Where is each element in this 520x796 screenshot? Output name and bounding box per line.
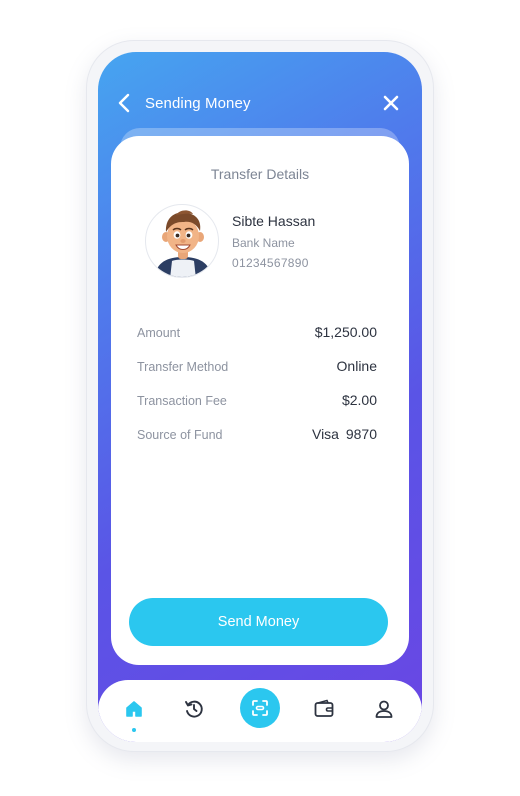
detail-row-transfer-method: Transfer Method Online [137,358,377,378]
detail-label: Source of Fund [137,428,223,442]
detail-label: Transaction Fee [137,394,227,408]
detail-label: Transfer Method [137,360,229,374]
detail-value: $2.00 [341,392,377,408]
card-title: Transfer Details [210,166,310,182]
recipient-name: Sibte Hassan [232,213,316,229]
scan-icon [252,700,268,716]
detail-row-transaction-fee: Transaction Fee $2.00 [137,392,377,412]
detail-value: Visa 9870 [311,426,377,442]
nav-history[interactable] [179,694,209,724]
send-money-button[interactable]: Send Money [129,598,388,646]
back-button[interactable] [112,90,136,116]
chevron-left-icon [118,93,130,113]
nav-profile[interactable] [369,694,399,724]
bottom-nav [98,680,422,742]
avatar [145,204,219,278]
detail-row-source-of-fund: Source of Fund Visa 9870 [137,426,377,446]
close-button[interactable] [380,92,402,114]
recipient-account-number: 01234567890 [232,256,309,270]
nav-wallet[interactable] [309,694,339,724]
transfer-details-card: Transfer Details Sibte Hassan Bank Name … [111,136,409,665]
detail-row-amount: Amount $1,250.00 [137,324,377,344]
user-icon [375,700,393,718]
history-icon [185,700,203,718]
nav-scan[interactable] [240,688,280,728]
active-indicator [132,728,136,732]
nav-home[interactable] [119,694,149,724]
header: Sending Money [98,52,422,136]
detail-label: Amount [137,326,181,340]
recipient-bank: Bank Name [232,236,295,250]
home-icon [126,701,142,717]
detail-value: $1,250.00 [314,324,377,340]
close-icon [383,95,399,111]
page-title: Sending Money [145,95,251,112]
avatar-illustration [154,210,212,277]
wallet-icon [314,699,334,717]
detail-value: Online [336,358,377,374]
app-screen: Sending Money Transfer Details Sibte Has… [98,52,422,742]
